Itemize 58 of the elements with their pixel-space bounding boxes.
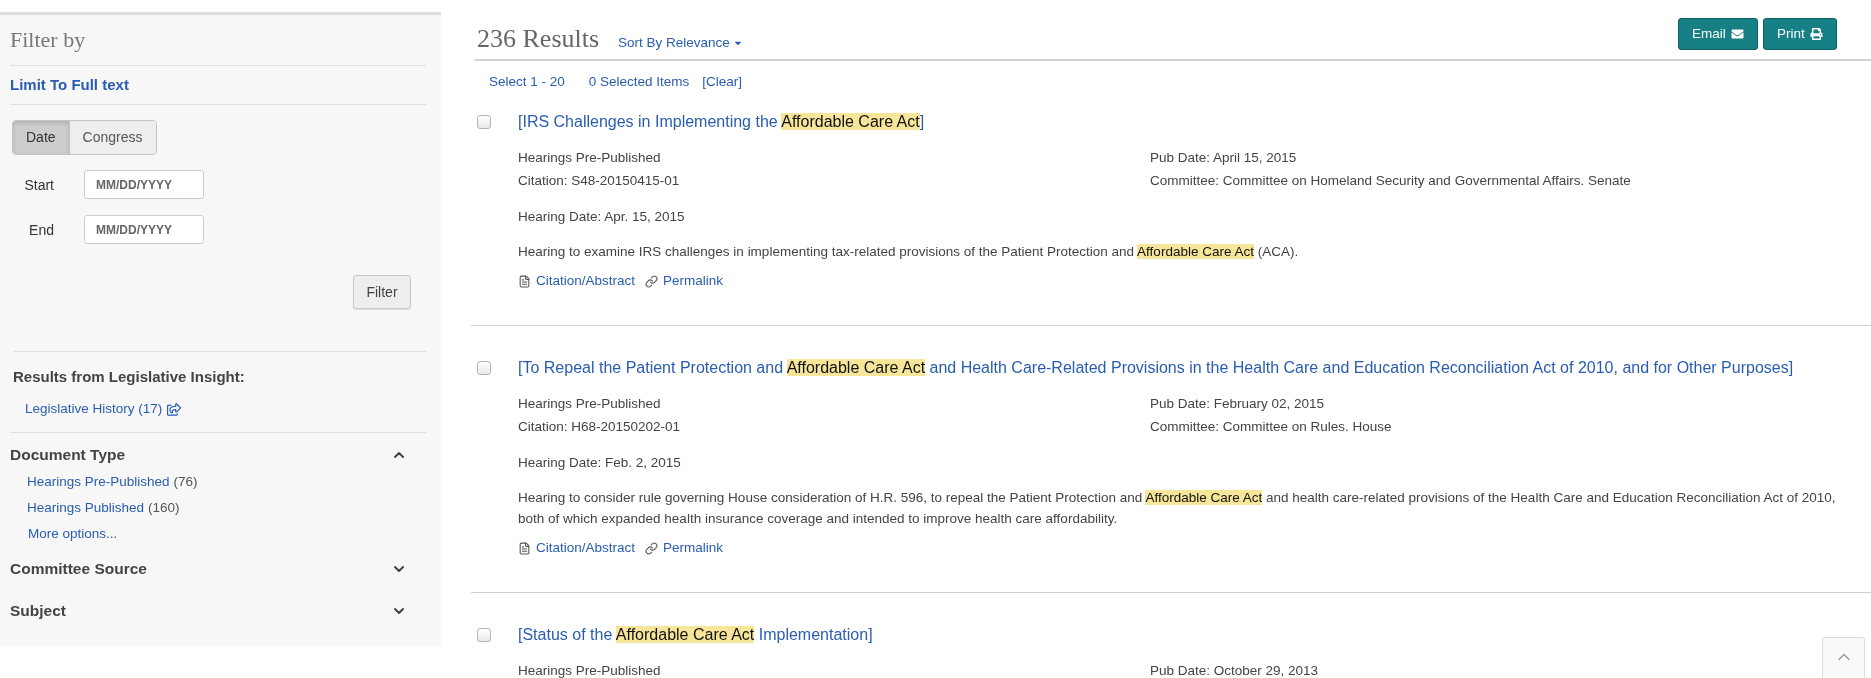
document-icon	[518, 274, 531, 288]
sidebar-title: Filter by	[10, 27, 86, 53]
result-checkbox[interactable]	[477, 361, 491, 375]
facet-option-link[interactable]: Hearings Pre-Published	[27, 473, 170, 491]
document-type-text: Hearings Pre-Published	[518, 664, 661, 678]
result-description: Hearing to examine IRS challenges in implementing tax-related provisions of the Patient Protection and Affordable Care Act (ACA).	[518, 243, 1299, 261]
result-link[interactable]: Permalink	[645, 537, 724, 559]
date-input[interactable]: MM/DD/YYYY	[84, 170, 204, 199]
field-label: Start	[24, 175, 54, 194]
document-icon	[518, 541, 531, 555]
hearing-date-text: Hearing Date: Feb. 2, 2015	[518, 454, 681, 472]
document-type-text: Hearings Pre-Published	[518, 397, 661, 411]
link-icon	[645, 274, 659, 288]
facet-count: (76)	[173, 473, 198, 491]
committee-text: Committee: Committee on Homeland Security and Governmental Affairs. Senate	[1150, 174, 1631, 188]
hearing-date-text: Hearing Date: Apr. 15, 2015	[518, 208, 685, 226]
sort-dropdown[interactable]: Sort By Relevance	[618, 34, 742, 52]
result-title-link[interactable]: [To Repeal the Patient Protection and Affordable Care Act and Health Care-Related Provisions in the Health Care and Education Reconciliation Act of 2010, and for Other Purposes]	[518, 357, 1794, 379]
result-link[interactable]: Citation/Abstract	[518, 537, 636, 559]
filter-mode-tab[interactable]: Congress	[68, 121, 156, 154]
more-options-link[interactable]: More options...	[28, 525, 118, 543]
selection-link[interactable]: Select 1 - 20	[489, 73, 565, 91]
facet-option-link[interactable]: Hearings Published	[27, 499, 145, 517]
field-label: End	[29, 220, 54, 239]
result-description: Hearing to consider rule governing House consideration of H.R. 596, to repeal the Patient Protection and Affordable Care Act and health care-related provisions of the Health Care and Education Reconciliation Act of 2010, both of which expanded health insurance coverage and intended to improve health care affordability.	[518, 489, 1837, 528]
envelope-icon	[1730, 28, 1744, 40]
citation-text: Citation: S48-20150415-01	[518, 174, 680, 188]
facet-toggle[interactable]: Subject	[10, 600, 426, 622]
filter-mode-tab[interactable]: Date	[13, 121, 69, 154]
pub-date-text: Pub Date: October 29, 2013	[1150, 664, 1319, 678]
date-input[interactable]: MM/DD/YYYY	[84, 215, 204, 244]
result-link[interactable]: Citation/Abstract	[518, 270, 636, 292]
toolbar-button[interactable]: Email	[1678, 18, 1758, 50]
share-icon	[167, 402, 182, 416]
result-checkbox[interactable]	[477, 115, 491, 129]
pub-date-text: Pub Date: February 02, 2015	[1150, 397, 1325, 411]
pub-date-text: Pub Date: April 15, 2015	[1150, 151, 1297, 165]
scroll-top-button[interactable]	[1822, 637, 1865, 678]
link-icon	[645, 541, 659, 555]
result-checkbox[interactable]	[477, 628, 491, 642]
printer-icon	[1809, 28, 1823, 40]
filter-button[interactable]: Filter	[353, 275, 411, 309]
legislative-history-link[interactable]: Legislative History (17)	[25, 398, 182, 420]
result-title-link[interactable]: [Status of the Affordable Care Act Implementation]	[518, 624, 873, 646]
insight-heading: Results from Legislative Insight:	[13, 368, 245, 385]
result-link[interactable]: Permalink	[645, 270, 724, 292]
facet-toggle[interactable]: Document Type	[10, 444, 426, 466]
facet-toggle[interactable]: Committee Source	[10, 558, 426, 580]
committee-text: Committee: Committee on Rules. House	[1150, 420, 1392, 434]
selection-link[interactable]: [Clear]	[702, 73, 743, 91]
limit-full-text-link[interactable]: Limit To Full text	[10, 75, 129, 95]
facet-count: (160)	[148, 499, 180, 517]
toolbar-button[interactable]: Print	[1763, 18, 1837, 50]
selection-link[interactable]: 0 Selected Items	[588, 73, 690, 91]
results-count: 236 Results	[477, 24, 600, 54]
result-title-link[interactable]: [IRS Challenges in Implementing the Affordable Care Act]	[518, 111, 925, 133]
citation-text: Citation: H68-20150202-01	[518, 420, 681, 434]
document-type-text: Hearings Pre-Published	[518, 151, 661, 165]
